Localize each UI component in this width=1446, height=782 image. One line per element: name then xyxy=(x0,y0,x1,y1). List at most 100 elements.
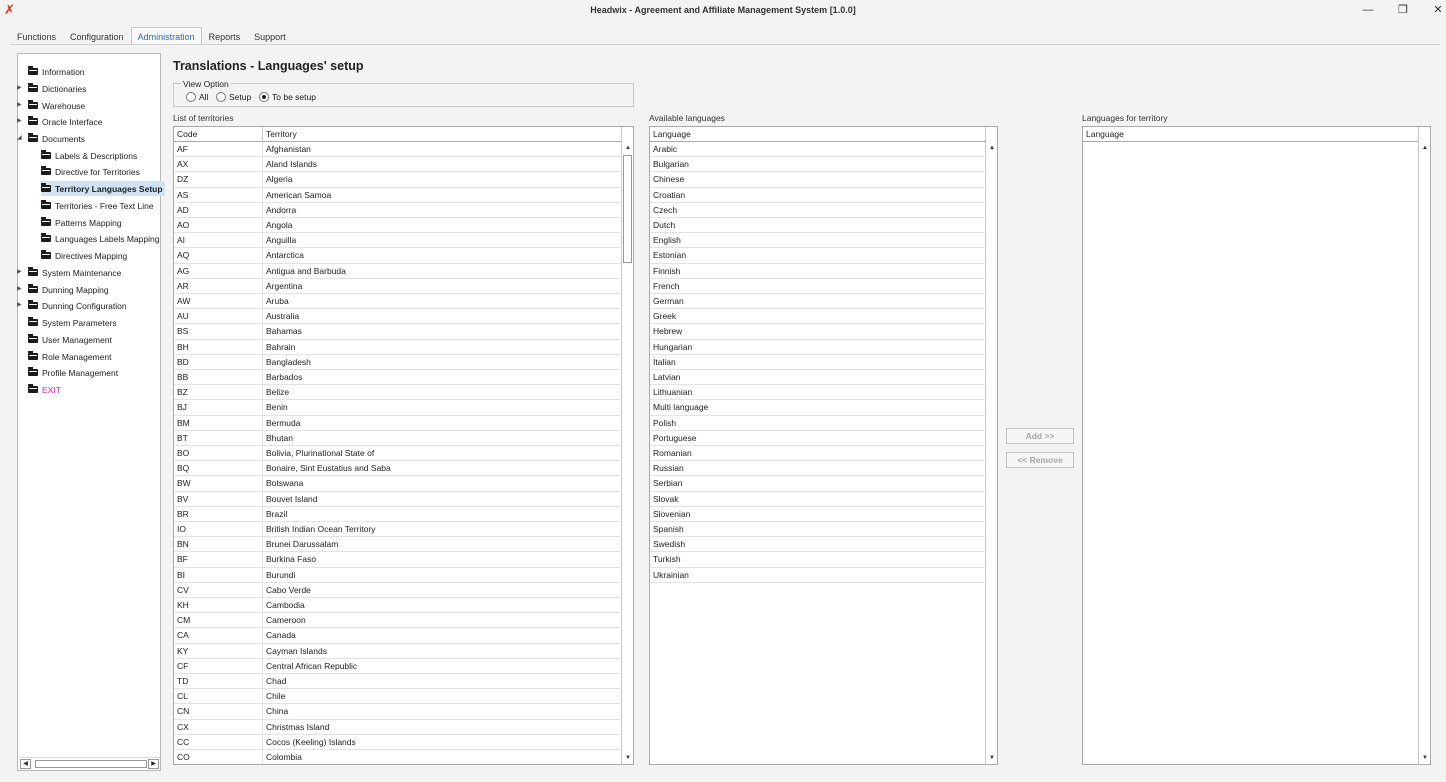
table-row[interactable]: BO Bolivia, Plurinational State of xyxy=(174,446,622,462)
table-row[interactable]: BM Bermuda xyxy=(174,415,622,431)
tree-item-patterns-mapping[interactable]: Patterns Mapping xyxy=(41,215,122,230)
expand-arrow-icon[interactable]: ▶ xyxy=(17,301,22,308)
table-row[interactable]: BT Bhutan xyxy=(174,430,622,446)
list-item[interactable]: Turkish xyxy=(650,552,986,568)
list-item[interactable]: Polish xyxy=(650,416,986,431)
tree-item-directives-mapping[interactable]: Directives Mapping xyxy=(41,248,127,263)
tree-item-dictionaries[interactable]: ▶ Dictionaries xyxy=(17,81,86,96)
table-row[interactable]: IO British Indian Ocean Territory xyxy=(174,522,622,538)
table-row[interactable]: AR Argentina xyxy=(174,278,622,294)
tree-item-languages-labels-mapping[interactable]: Languages Labels Mapping xyxy=(41,231,159,246)
expand-arrow-icon[interactable]: ▶ xyxy=(17,285,22,292)
table-row[interactable]: TD Chad xyxy=(174,674,622,690)
scroll-down-icon[interactable]: ▼ xyxy=(623,753,633,763)
table-row[interactable]: CM Cameroon xyxy=(174,613,622,629)
radio-all[interactable]: All xyxy=(186,92,208,102)
list-item[interactable]: Hebrew xyxy=(650,324,986,340)
scroll-down-icon[interactable]: ▼ xyxy=(1420,753,1430,763)
list-item[interactable]: Serbian xyxy=(650,476,986,492)
menu-configuration[interactable]: Configuration xyxy=(63,27,131,45)
tree-item-system-maintenance[interactable]: ▶ System Maintenance xyxy=(17,265,121,280)
radio-setup-circle[interactable] xyxy=(216,92,226,102)
table-row[interactable]: CL Chile xyxy=(174,689,622,705)
table-row[interactable]: CX Christmas Island xyxy=(174,719,622,735)
available-scrollbar[interactable]: ▲ ▼ xyxy=(985,142,997,764)
tree-item-user-management[interactable]: User Management xyxy=(28,332,112,347)
table-row[interactable]: AF Afghanistan xyxy=(174,142,622,158)
list-item[interactable]: Spanish xyxy=(650,522,986,538)
scroll-thumb[interactable] xyxy=(35,760,147,768)
menu-reports[interactable]: Reports xyxy=(202,27,248,45)
list-item[interactable]: Hungarian xyxy=(650,340,986,355)
collapse-arrow-icon[interactable]: ◢ xyxy=(17,134,22,141)
table-row[interactable]: BN Brunei Darussalam xyxy=(174,537,622,553)
table-row[interactable]: BH Bahrain xyxy=(174,339,622,355)
table-row[interactable]: AW Aruba xyxy=(174,294,622,310)
menu-administration[interactable]: Administration xyxy=(130,27,202,45)
radio-all-circle[interactable] xyxy=(186,92,196,102)
table-row[interactable]: AU Australia xyxy=(174,309,622,325)
tree-item-warehouse[interactable]: ▶ Warehouse xyxy=(17,98,85,113)
table-row[interactable]: CC Cocos (Keeling) Islands xyxy=(174,734,622,750)
list-item[interactable]: Finnish xyxy=(650,264,986,279)
table-row[interactable]: AS American Samoa xyxy=(174,187,622,203)
tree-item-oracle-interface[interactable]: ▶ Oracle Interface xyxy=(17,114,102,129)
scroll-right-icon[interactable]: ▶ xyxy=(148,759,159,769)
list-item[interactable]: Chinese xyxy=(650,172,986,188)
radio-setup[interactable]: Setup xyxy=(216,92,251,102)
table-row[interactable]: BI Burundi xyxy=(174,567,622,583)
table-row[interactable]: AG Antigua and Barbuda xyxy=(174,263,622,279)
list-item[interactable]: Russian xyxy=(650,461,986,477)
scroll-left-icon[interactable]: ◀ xyxy=(20,759,31,769)
list-item[interactable]: Portuguese xyxy=(650,431,986,446)
list-item[interactable]: Bulgarian xyxy=(650,157,986,173)
tree-item-system-parameters[interactable]: System Parameters xyxy=(28,315,117,330)
table-row[interactable]: DZ Algeria xyxy=(174,172,622,188)
territories-scrollbar[interactable]: ▲ ▼ xyxy=(621,142,633,764)
column-header-language[interactable]: Language xyxy=(1083,127,1419,142)
table-row[interactable]: AO Angola xyxy=(174,218,622,234)
table-row[interactable]: CO Colombia xyxy=(174,750,622,764)
scroll-thumb[interactable] xyxy=(623,155,632,263)
add-button[interactable]: Add >> xyxy=(1006,428,1074,444)
list-item[interactable]: Romanian xyxy=(650,446,986,462)
list-item[interactable]: French xyxy=(650,279,986,294)
column-header-code[interactable]: Code xyxy=(174,127,263,142)
column-header-territory[interactable]: Territory xyxy=(263,127,622,142)
table-row[interactable]: BD Bangladesh xyxy=(174,354,622,370)
table-row[interactable]: KY Cayman Islands xyxy=(174,643,622,659)
tree-item-dunning-configuration[interactable]: ▶ Dunning Configuration xyxy=(17,298,127,313)
table-row[interactable]: BB Barbados xyxy=(174,370,622,386)
table-row[interactable]: AI Anguilla xyxy=(174,233,622,249)
scroll-up-icon[interactable]: ▲ xyxy=(623,143,633,153)
table-row[interactable]: BQ Bonaire, Sint Eustatius and Saba xyxy=(174,461,622,477)
table-row[interactable]: AQ Antarctica xyxy=(174,248,622,264)
list-item[interactable]: Croatian xyxy=(650,188,986,203)
table-row[interactable]: CF Central African Republic xyxy=(174,658,622,674)
tree-horizontal-scrollbar[interactable]: ◀ ▶ xyxy=(19,757,160,769)
minimize-button[interactable]: — xyxy=(1357,2,1379,18)
tree-item-territory-languages-setup[interactable]: Territory Languages Setup xyxy=(41,181,165,196)
list-item[interactable]: Slovak xyxy=(650,492,986,507)
list-item[interactable]: Estonian xyxy=(650,248,986,264)
scroll-down-icon[interactable]: ▼ xyxy=(987,753,997,763)
tree-item-profile-management[interactable]: Profile Management xyxy=(28,365,118,380)
tree-item-documents[interactable]: ◢ Documents xyxy=(17,131,85,146)
table-row[interactable]: BS Bahamas xyxy=(174,324,622,340)
menu-support[interactable]: Support xyxy=(247,27,293,45)
list-item[interactable]: German xyxy=(650,294,986,310)
list-item[interactable]: Italian xyxy=(650,355,986,370)
tree-item-information[interactable]: Information xyxy=(28,64,85,79)
list-item[interactable]: Slovenian xyxy=(650,507,986,522)
list-item[interactable]: Latvian xyxy=(650,370,986,386)
radio-to-be-setup[interactable]: To be setup xyxy=(259,92,316,102)
restore-button[interactable]: ❐ xyxy=(1392,2,1414,18)
expand-arrow-icon[interactable]: ▶ xyxy=(17,117,22,124)
expand-arrow-icon[interactable]: ▶ xyxy=(17,101,22,108)
list-item[interactable]: Ukrainian xyxy=(650,568,986,583)
remove-button[interactable]: << Remove xyxy=(1006,452,1074,468)
table-row[interactable]: BF Burkina Faso xyxy=(174,552,622,568)
scroll-up-icon[interactable]: ▲ xyxy=(987,143,997,153)
table-row[interactable]: CV Cabo Verde xyxy=(174,582,622,598)
tree-item-directive-for-territories[interactable]: Directive for Territories xyxy=(41,164,140,179)
